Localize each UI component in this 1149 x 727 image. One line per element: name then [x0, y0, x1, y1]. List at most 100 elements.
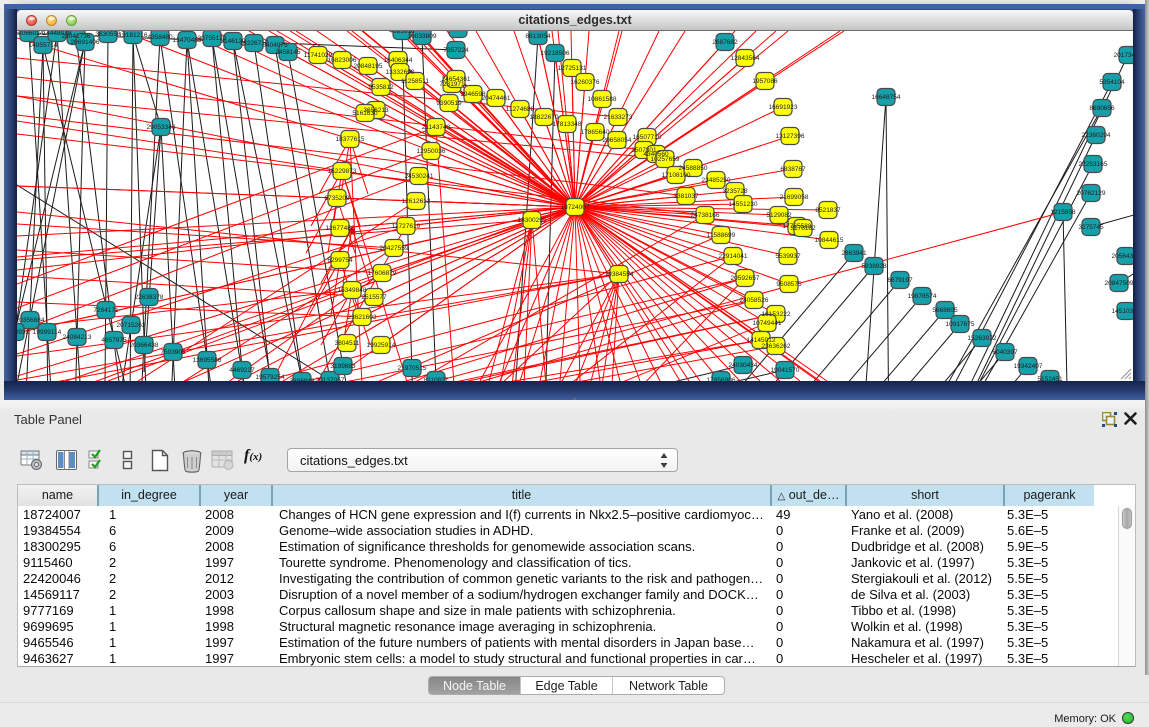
svg-text:17606879: 17606879 [368, 270, 397, 277]
svg-text:19384554: 19384554 [605, 271, 634, 278]
svg-text:24530241: 24530241 [405, 173, 434, 180]
svg-text:5152451: 5152451 [1037, 376, 1063, 381]
svg-text:4469227: 4469227 [229, 367, 255, 374]
svg-text:24738166: 24738166 [691, 212, 720, 219]
svg-text:13332690: 13332690 [386, 69, 415, 76]
svg-text:12725131: 12725131 [558, 65, 587, 72]
svg-text:6679197: 6679197 [887, 277, 913, 284]
svg-text:14551230: 14551230 [729, 201, 758, 208]
svg-text:8404075: 8404075 [262, 42, 288, 49]
svg-text:4657975: 4657975 [101, 337, 127, 344]
svg-text:16033809: 16033809 [408, 33, 437, 40]
svg-text:9535812: 9535812 [368, 84, 394, 91]
svg-text:17813348: 17813348 [553, 121, 582, 128]
svg-text:23621603: 23621603 [348, 314, 377, 321]
svg-text:3630558: 3630558 [95, 31, 121, 38]
svg-text:21699058: 21699058 [780, 194, 809, 201]
svg-text:7357224: 7357224 [443, 47, 469, 54]
svg-text:12066024: 12066024 [17, 31, 44, 37]
svg-text:24654361: 24654361 [442, 76, 471, 83]
svg-text:6040397: 6040397 [992, 349, 1018, 356]
svg-text:12950036: 12950036 [417, 148, 446, 155]
svg-text:19218506: 19218506 [541, 50, 570, 57]
svg-text:6299754: 6299754 [327, 257, 353, 264]
svg-text:9390519: 9390519 [436, 100, 462, 107]
svg-text:18377615: 18377615 [336, 136, 365, 143]
svg-text:24030434: 24030434 [729, 362, 758, 369]
svg-text:24588850: 24588850 [679, 165, 708, 172]
svg-text:11588699: 11588699 [707, 232, 736, 239]
svg-text:11258511: 11258511 [401, 78, 429, 85]
svg-text:18724007: 18724007 [561, 204, 590, 211]
svg-text:20691406: 20691406 [71, 39, 100, 46]
svg-text:19342407: 19342407 [1014, 363, 1043, 370]
svg-text:23485250: 23485250 [702, 177, 731, 184]
svg-text:18300295: 18300295 [518, 217, 547, 224]
svg-text:20474461: 20474461 [482, 95, 511, 102]
svg-text:20715263: 20715263 [117, 322, 146, 329]
svg-text:2687682: 2687682 [712, 39, 738, 46]
svg-text:10917675: 10917675 [946, 321, 975, 328]
svg-text:20173477: 20173477 [1114, 52, 1133, 59]
svg-text:12677488: 12677488 [326, 225, 355, 232]
svg-text:6735209: 6735209 [324, 195, 350, 202]
svg-text:16153222: 16153222 [762, 311, 791, 318]
svg-text:24058526: 24058526 [740, 297, 769, 304]
svg-text:11727619: 11727619 [392, 223, 421, 230]
svg-text:20564361: 20564361 [1112, 253, 1133, 260]
svg-text:13695588: 13695588 [193, 357, 222, 364]
svg-text:11550932: 11550932 [17, 329, 30, 336]
svg-text:3306848: 3306848 [289, 378, 315, 381]
svg-text:20847509: 20847509 [1105, 280, 1133, 287]
svg-text:5161630: 5161630 [352, 110, 378, 117]
svg-text:14510388: 14510388 [1112, 308, 1133, 315]
svg-text:3804511: 3804511 [335, 340, 360, 347]
svg-text:18822670: 18822670 [530, 114, 559, 121]
svg-text:10861588: 10861588 [588, 96, 617, 103]
svg-text:11274688: 11274688 [506, 106, 535, 113]
svg-text:20356684: 20356684 [17, 317, 45, 324]
svg-text:20592657: 20592657 [731, 275, 760, 282]
svg-text:8521837: 8521837 [815, 207, 841, 214]
svg-text:13127396: 13127396 [776, 133, 805, 140]
svg-text:16507710: 16507710 [633, 134, 662, 141]
svg-text:1215958: 1215958 [1050, 209, 1076, 216]
svg-text:8110827: 8110827 [424, 377, 449, 381]
svg-text:22638378: 22638378 [135, 294, 164, 301]
svg-text:19999114: 19999114 [33, 329, 62, 336]
svg-text:8690656: 8690656 [1089, 105, 1115, 112]
svg-text:5668605: 5668605 [932, 307, 958, 314]
svg-text:19181216: 19181216 [119, 32, 148, 39]
svg-text:5938928: 5938928 [861, 263, 887, 270]
svg-text:1957086: 1957086 [752, 78, 778, 85]
svg-text:16823006: 16823006 [328, 57, 357, 64]
svg-text:7264171: 7264171 [93, 307, 119, 314]
svg-text:7503905: 7503905 [160, 349, 186, 356]
svg-text:2515577: 2515577 [361, 294, 387, 301]
svg-text:22253165: 22253165 [1079, 161, 1108, 168]
svg-text:20658054: 20658054 [603, 137, 632, 144]
svg-text:24084213: 24084213 [63, 334, 92, 341]
svg-text:9508575: 9508575 [776, 281, 802, 288]
svg-text:17856906: 17856906 [707, 377, 736, 381]
svg-text:2458145: 2458145 [275, 49, 301, 56]
svg-text:5539937: 5539937 [775, 253, 801, 260]
svg-text:19041570: 19041570 [771, 367, 800, 374]
svg-text:16260376: 16260376 [571, 79, 600, 86]
svg-text:6838767: 6838767 [780, 166, 806, 173]
svg-text:15263972: 15263972 [968, 335, 997, 342]
svg-text:12843564: 12843564 [731, 55, 760, 62]
svg-text:17865640: 17865640 [581, 129, 610, 136]
svg-text:19925914: 19925914 [367, 342, 396, 349]
svg-text:16406344: 16406344 [384, 57, 413, 64]
svg-text:14055714: 14055714 [29, 42, 58, 49]
svg-text:22914041: 22914041 [719, 253, 748, 260]
svg-text:3235728: 3235728 [722, 188, 748, 195]
svg-text:8813054: 8813054 [525, 33, 551, 40]
svg-text:4358480: 4358480 [147, 34, 173, 41]
svg-text:20366438: 20366438 [130, 342, 159, 349]
svg-text:12612612: 12612612 [402, 198, 431, 205]
svg-text:20848195: 20848195 [354, 63, 383, 70]
svg-text:20762129: 20762129 [1077, 190, 1106, 197]
svg-text:22360294: 22360294 [1082, 132, 1111, 139]
